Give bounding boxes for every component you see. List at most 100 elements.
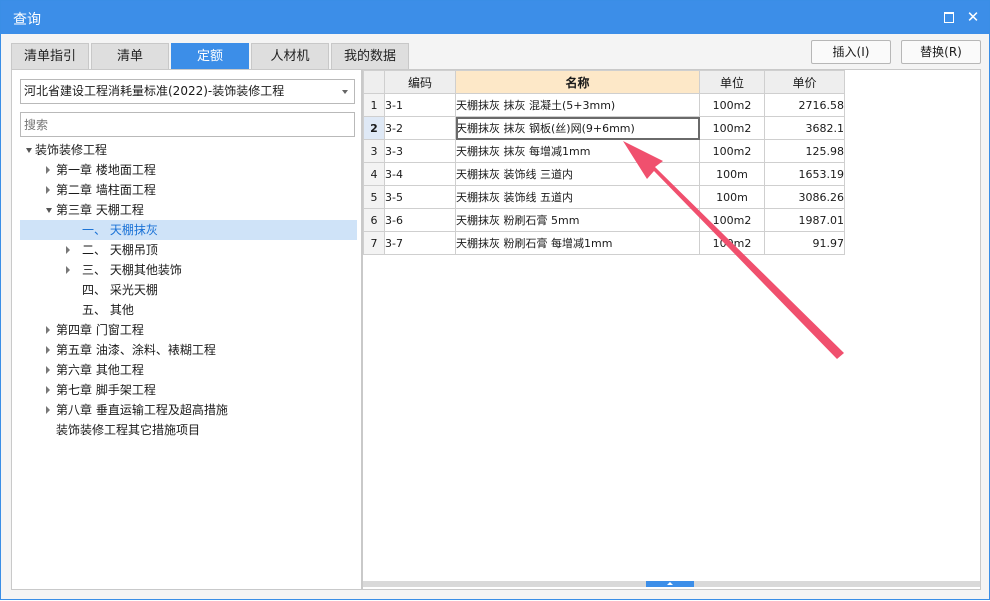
cell-price[interactable]: 1987.01: [764, 208, 845, 232]
tab-materials[interactable]: 人材机: [251, 43, 329, 69]
table-header-row: 编码 名称 单位 单价: [363, 70, 845, 94]
replace-button[interactable]: 替换(R): [901, 40, 981, 64]
row-number[interactable]: 3: [363, 139, 385, 163]
expanded-caret-icon[interactable]: [26, 148, 32, 153]
quota-grid-panel: 编码 名称 单位 单价 1 3-1 天棚抹灰 抹灰 混凝土(5+3mm) 100m2 2…: [362, 69, 981, 590]
table-row[interactable]: 7 3-7 天棚抹灰 粉刷石膏 每增减1mm 100m2 91.97: [363, 231, 845, 255]
cell-code[interactable]: 3-2: [384, 116, 456, 140]
window-title: 查询: [13, 12, 41, 28]
cell-unit[interactable]: 100m2: [699, 208, 765, 232]
title-bar: 查询 ✕: [1, 1, 989, 34]
collapsed-caret-icon[interactable]: [46, 166, 50, 174]
collapsed-caret-icon[interactable]: [46, 326, 50, 334]
tree-node[interactable]: 第一章 楼地面工程: [20, 160, 357, 180]
cell-name[interactable]: 天棚抹灰 抹灰 钢板(丝)网(9+6mm): [455, 116, 700, 140]
row-number[interactable]: 6: [363, 208, 385, 232]
tree-node[interactable]: 第五章 油漆、涂料、裱糊工程: [20, 340, 357, 360]
library-select[interactable]: 河北省建设工程消耗量标准(2022)-装饰装修工程: [20, 79, 355, 104]
tree-node[interactable]: 五、 其他: [20, 300, 357, 320]
tree-node-label: 一、 天棚抹灰: [82, 223, 158, 237]
cell-price[interactable]: 125.98: [764, 139, 845, 163]
insert-button[interactable]: 插入(I): [811, 40, 891, 64]
quota-table: 编码 名称 单位 单价 1 3-1 天棚抹灰 抹灰 混凝土(5+3mm) 100m2 2…: [363, 70, 845, 255]
cell-code[interactable]: 3-1: [384, 93, 456, 117]
cell-unit[interactable]: 100m2: [699, 93, 765, 117]
tree-node[interactable]: 三、 天棚其他装饰: [20, 260, 357, 280]
column-header-code[interactable]: 编码: [384, 70, 456, 94]
table-row[interactable]: 5 3-5 天棚抹灰 装饰线 五道内 100m 3086.26: [363, 185, 845, 209]
collapsed-caret-icon[interactable]: [46, 406, 50, 414]
tree-node-label: 第七章 脚手架工程: [56, 383, 156, 397]
cell-code[interactable]: 3-4: [384, 162, 456, 186]
tab-bill[interactable]: 清单: [91, 43, 169, 69]
tree-node-label: 装饰装修工程其它措施项目: [56, 423, 201, 437]
table-row[interactable]: 2 3-2 天棚抹灰 抹灰 钢板(丝)网(9+6mm) 100m2 3682.1: [363, 116, 845, 140]
table-row[interactable]: 6 3-6 天棚抹灰 粉刷石膏 5mm 100m2 1987.01: [363, 208, 845, 232]
collapsed-caret-icon[interactable]: [66, 246, 70, 254]
tree-node[interactable]: 二、 天棚吊顶: [20, 240, 357, 260]
row-number[interactable]: 1: [363, 93, 385, 117]
column-header-unit[interactable]: 单位: [699, 70, 765, 94]
collapsed-caret-icon[interactable]: [46, 366, 50, 374]
tree-node[interactable]: 四、 采光天棚: [20, 280, 357, 300]
tree-node[interactable]: 第七章 脚手架工程: [20, 380, 357, 400]
tree-node-label: 四、 采光天棚: [82, 283, 158, 297]
tree-node[interactable]: 一、 天棚抹灰: [20, 220, 357, 240]
cell-unit[interactable]: 100m2: [699, 231, 765, 255]
collapsed-caret-icon[interactable]: [46, 346, 50, 354]
column-header-name[interactable]: 名称: [455, 70, 700, 94]
cell-name[interactable]: 天棚抹灰 粉刷石膏 每增减1mm: [455, 231, 700, 255]
cell-price[interactable]: 2716.58: [764, 93, 845, 117]
tree-node[interactable]: 第八章 垂直运输工程及超高措施: [20, 400, 357, 420]
cell-unit[interactable]: 100m: [699, 185, 765, 209]
table-row[interactable]: 4 3-4 天棚抹灰 装饰线 三道内 100m 1653.19: [363, 162, 845, 186]
row-number[interactable]: 2: [363, 116, 385, 140]
cell-code[interactable]: 3-6: [384, 208, 456, 232]
collapsed-caret-icon[interactable]: [66, 266, 70, 274]
tree-node-label: 第三章 天棚工程: [56, 203, 144, 217]
cell-unit[interactable]: 100m: [699, 162, 765, 186]
row-number[interactable]: 4: [363, 162, 385, 186]
tree-node[interactable]: 第三章 天棚工程: [20, 200, 357, 220]
tree-node-label: 第二章 墙柱面工程: [56, 183, 156, 197]
collapsed-caret-icon[interactable]: [46, 186, 50, 194]
collapse-handle-icon[interactable]: [646, 581, 694, 587]
table-row[interactable]: 1 3-1 天棚抹灰 抹灰 混凝土(5+3mm) 100m2 2716.58: [363, 93, 845, 117]
cell-code[interactable]: 3-5: [384, 185, 456, 209]
cell-price[interactable]: 1653.19: [764, 162, 845, 186]
cell-name[interactable]: 天棚抹灰 抹灰 每增减1mm: [455, 139, 700, 163]
table-row[interactable]: 3 3-3 天棚抹灰 抹灰 每增减1mm 100m2 125.98: [363, 139, 845, 163]
row-number[interactable]: 7: [363, 231, 385, 255]
cell-price[interactable]: 3086.26: [764, 185, 845, 209]
tree-node-label: 第八章 垂直运输工程及超高措施: [56, 403, 228, 417]
chevron-down-icon[interactable]: [342, 90, 348, 94]
tree-node-label: 第一章 楼地面工程: [56, 163, 156, 177]
row-number[interactable]: 5: [363, 185, 385, 209]
tab-quota[interactable]: 定额: [171, 43, 249, 69]
cell-name[interactable]: 天棚抹灰 装饰线 五道内: [455, 185, 700, 209]
expanded-caret-icon[interactable]: [46, 208, 52, 213]
cell-price[interactable]: 91.97: [764, 231, 845, 255]
tree-node-label: 第四章 门窗工程: [56, 323, 144, 337]
tab-my-data[interactable]: 我的数据: [331, 43, 409, 69]
cell-code[interactable]: 3-7: [384, 231, 456, 255]
tree-node-label: 第六章 其他工程: [56, 363, 144, 377]
cell-unit[interactable]: 100m2: [699, 116, 765, 140]
tab-bill-guide[interactable]: 清单指引: [11, 43, 89, 69]
maximize-icon[interactable]: [942, 10, 956, 24]
search-input[interactable]: [20, 112, 355, 137]
cell-price[interactable]: 3682.1: [764, 116, 845, 140]
cell-name[interactable]: 天棚抹灰 粉刷石膏 5mm: [455, 208, 700, 232]
tree-node[interactable]: 装饰装修工程: [20, 140, 357, 160]
cell-name[interactable]: 天棚抹灰 装饰线 三道内: [455, 162, 700, 186]
tree-node[interactable]: 第四章 门窗工程: [20, 320, 357, 340]
tree-node[interactable]: 第二章 墙柱面工程: [20, 180, 357, 200]
cell-name[interactable]: 天棚抹灰 抹灰 混凝土(5+3mm): [455, 93, 700, 117]
collapsed-caret-icon[interactable]: [46, 386, 50, 394]
close-icon[interactable]: ✕: [966, 10, 980, 25]
tree-node[interactable]: 第六章 其他工程: [20, 360, 357, 380]
tree-node[interactable]: 装饰装修工程其它措施项目: [20, 420, 357, 440]
cell-unit[interactable]: 100m2: [699, 139, 765, 163]
cell-code[interactable]: 3-3: [384, 139, 456, 163]
column-header-price[interactable]: 单价: [764, 70, 845, 94]
